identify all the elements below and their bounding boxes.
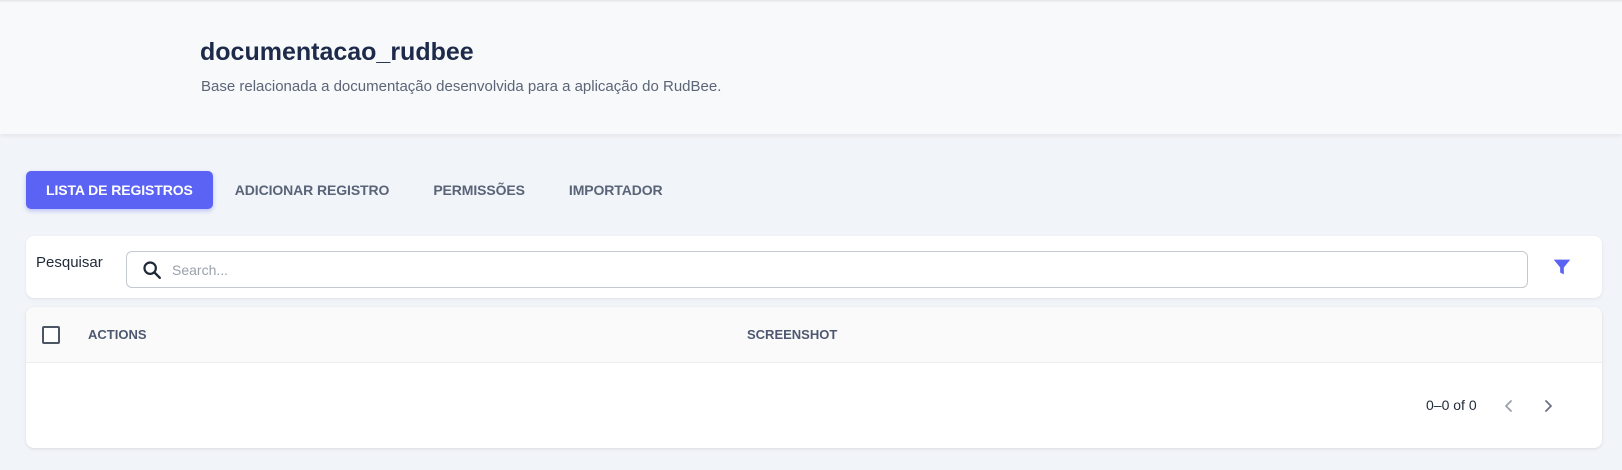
search-box[interactable] [126,251,1528,288]
chevron-right-icon [1545,400,1552,412]
select-all-checkbox[interactable] [42,326,60,344]
tab-bar: LISTA DE REGISTROS ADICIONAR REGISTRO PE… [26,171,685,209]
tab-lista-de-registros[interactable]: LISTA DE REGISTROS [26,171,213,209]
table-header: ACTIONS SCREENSHOT [26,307,1602,363]
page-subtitle: Base relacionada a documentação desenvol… [201,78,722,95]
top-shadow [0,0,1622,3]
search-icon [143,261,161,279]
column-header-actions[interactable]: ACTIONS [88,327,147,342]
tab-importador[interactable]: IMPORTADOR [547,171,685,209]
search-input[interactable] [172,252,1512,287]
chevron-left-icon [1505,400,1512,412]
filter-icon[interactable] [1551,256,1573,278]
column-header-screenshot[interactable]: SCREENSHOT [747,327,837,342]
pagination-info: 0–0 of 0 [1426,397,1477,413]
search-card: Pesquisar [26,236,1602,298]
tab-adicionar-registro[interactable]: ADICIONAR REGISTRO [213,171,412,209]
next-page-button[interactable] [1533,391,1563,421]
page-title: documentacao_rudbee [200,38,474,66]
records-table: ACTIONS SCREENSHOT 0–0 of 0 [26,307,1602,448]
previous-page-button[interactable] [1494,391,1524,421]
tab-permissoes[interactable]: PERMISSÕES [411,171,547,209]
page-header: documentacao_rudbee Base relacionada a d… [0,0,1622,134]
search-label: Pesquisar [36,254,103,271]
